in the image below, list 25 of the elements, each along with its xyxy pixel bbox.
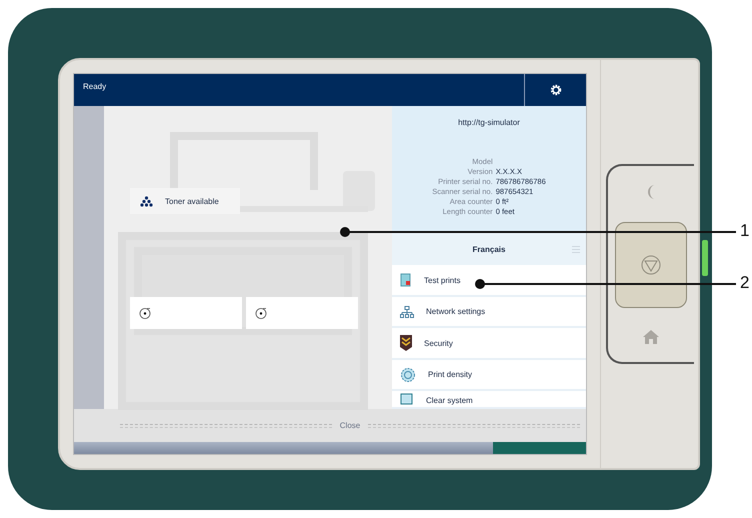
status-text: Ready <box>82 81 108 93</box>
menu-item[interactable]: Clear system <box>392 391 586 409</box>
monitor-icon <box>400 392 414 405</box>
status-light <box>702 240 708 276</box>
gear-icon <box>400 366 416 382</box>
settings-icon <box>550 84 562 96</box>
grip-icon <box>572 246 580 253</box>
stop-button[interactable] <box>614 222 686 308</box>
home-icon <box>642 330 658 344</box>
stop-icon <box>640 255 660 275</box>
roll-slot[interactable] <box>246 297 358 329</box>
callout-number: 2 <box>740 273 750 293</box>
server-url: http://tg-simulator <box>458 118 520 127</box>
toner-dots-icon <box>140 196 153 206</box>
network-icon <box>400 306 414 318</box>
close-button[interactable]: Close <box>338 421 362 430</box>
document-icon <box>400 273 412 288</box>
toner-label: Toner available <box>165 196 219 206</box>
callout-number: 1 <box>740 221 750 241</box>
paper-roll-icon <box>255 307 267 319</box>
roll-slot[interactable] <box>130 297 242 329</box>
paper-roll-icon <box>139 307 151 319</box>
chevron-shield-icon <box>400 335 412 352</box>
home-button[interactable] <box>642 330 658 344</box>
language-selector[interactable]: Français <box>392 232 586 266</box>
